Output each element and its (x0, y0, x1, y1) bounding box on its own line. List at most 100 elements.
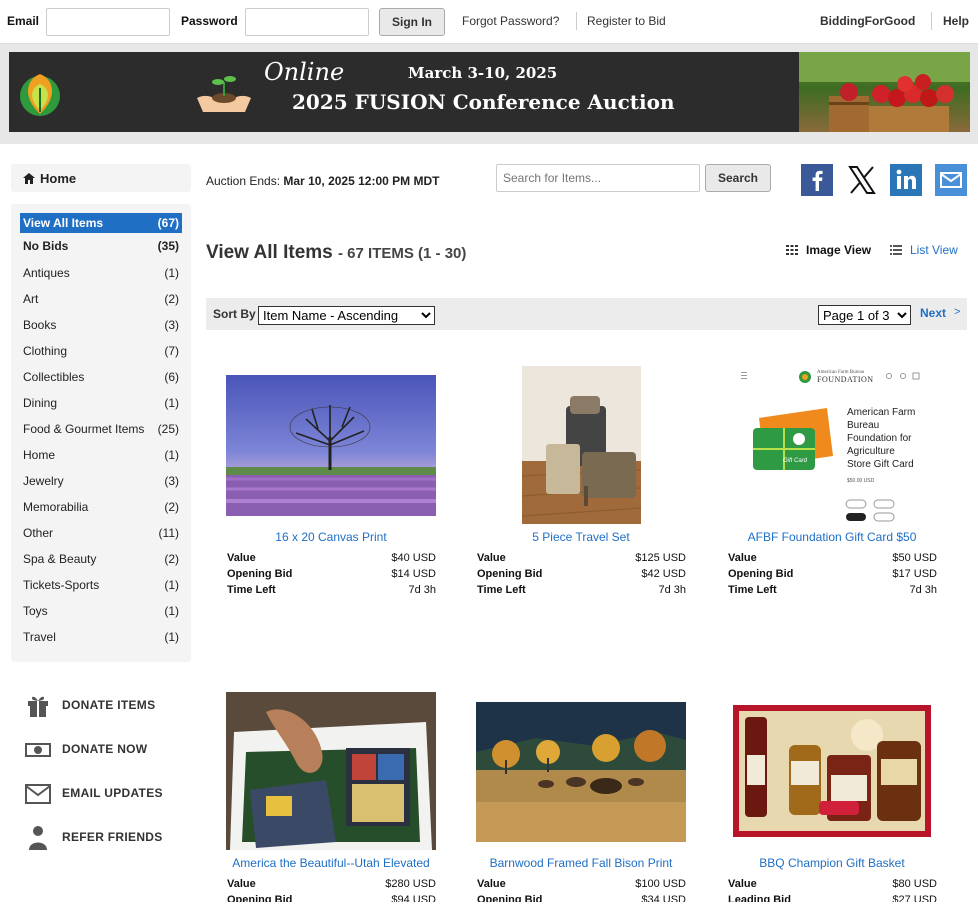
email-label: Email (7, 14, 40, 28)
brand-link[interactable]: BiddingForGood (820, 14, 915, 28)
category-item[interactable]: Art (2) (20, 289, 182, 309)
item-title[interactable]: AFBF Foundation Gift Card $50 (727, 530, 937, 544)
category-count: (1) (164, 604, 179, 618)
detail-value: $42 USD (641, 568, 686, 580)
forgot-password-link[interactable]: Forgot Password? (462, 14, 559, 28)
sidebar-home-label: Home (40, 171, 77, 186)
category-item[interactable]: Home (1) (20, 445, 182, 465)
donate-now-link[interactable]: DONATE NOW (24, 734, 184, 764)
category-item[interactable]: Jewelry (3) (20, 471, 182, 491)
item-image[interactable] (727, 701, 937, 842)
apples-photo (799, 52, 970, 132)
category-item[interactable]: No Bids (35) (20, 236, 182, 256)
card-gift-label: Gift Card (783, 458, 808, 464)
category-item[interactable]: Tickets-Sports (1) (20, 575, 182, 595)
category-item[interactable]: Books (3) (20, 315, 182, 335)
item-image[interactable] (226, 692, 436, 850)
donate-items-label: DONATE ITEMS (62, 698, 156, 712)
sign-in-button[interactable]: Sign In (379, 8, 445, 36)
category-item[interactable]: Other (11) (20, 523, 182, 543)
image-view-label: Image View (806, 243, 872, 257)
help-link[interactable]: Help (943, 14, 969, 28)
email-updates-link[interactable]: EMAIL UPDATES (24, 778, 184, 808)
item-detail-row: Time Left 7d 3h (226, 584, 436, 600)
sidebar-home[interactable]: Home (11, 164, 191, 192)
item-title[interactable]: America the Beautiful--Utah Elevated (226, 856, 436, 870)
category-count: (3) (164, 318, 179, 332)
x-share-button[interactable] (846, 164, 878, 196)
category-item[interactable]: Collectibles (6) (20, 367, 182, 387)
detail-value: $34 USD (641, 894, 686, 902)
page-select[interactable]: Page 1 of 3 (818, 305, 911, 325)
detail-key: Opening Bid (227, 568, 293, 580)
item-title[interactable]: Barnwood Framed Fall Bison Print (476, 856, 686, 870)
list-view-toggle[interactable]: List View (890, 243, 958, 257)
detail-key: Opening Bid (728, 568, 794, 580)
sort-select[interactable]: Item Name - Ascending (258, 306, 435, 325)
category-count: (11) (158, 526, 179, 540)
email-share-button[interactable] (935, 164, 967, 196)
item-image[interactable]: American Farm Bureau FOUNDATION American… (739, 366, 925, 524)
detail-value: $50 USD (892, 552, 937, 564)
banner-online: Online (264, 58, 345, 86)
next-page-link[interactable]: Next (920, 306, 946, 320)
category-count: (2) (164, 552, 179, 566)
person-icon (29, 826, 47, 850)
detail-value: $40 USD (391, 552, 436, 564)
category-item[interactable]: Antiques (1) (20, 263, 182, 283)
detail-key: Time Left (227, 584, 276, 596)
category-item[interactable]: Food & Gourmet Items (25) (20, 419, 182, 439)
item-detail-row: Value $50 USD (727, 552, 937, 568)
category-name: Food & Gourmet Items (23, 422, 145, 436)
divider (576, 12, 577, 30)
grid-icon (786, 245, 798, 255)
auction-ends-label: Auction Ends: (206, 174, 281, 188)
category-item[interactable]: View All Items (67) (20, 213, 182, 233)
category-name: Collectibles (23, 370, 85, 384)
item-title[interactable]: 5 Piece Travel Set (476, 530, 686, 544)
linkedin-icon (896, 169, 916, 189)
image-view-toggle[interactable]: Image View (786, 243, 871, 257)
category-item[interactable]: Dining (1) (20, 393, 182, 413)
detail-key: Opening Bid (477, 894, 543, 902)
category-name: View All Items (23, 216, 104, 230)
item-title[interactable]: BBQ Champion Gift Basket (727, 856, 937, 870)
category-count: (6) (164, 370, 179, 384)
hands-seedling-icon (197, 76, 251, 112)
category-count: (1) (164, 448, 179, 462)
item-title[interactable]: 16 x 20 Canvas Print (226, 530, 436, 544)
refer-friends-link[interactable]: REFER FRIENDS (24, 822, 184, 852)
category-item[interactable]: Spa & Beauty (2) (20, 549, 182, 569)
item-detail-row: Time Left 7d 3h (727, 584, 937, 600)
item-image[interactable] (226, 375, 436, 516)
category-item[interactable]: Travel (1) (20, 627, 182, 647)
category-item[interactable]: Toys (1) (20, 601, 182, 621)
category-item[interactable]: Memorabilia (2) (20, 497, 182, 517)
category-count: (7) (164, 344, 179, 358)
card-org-line2: FOUNDATION (817, 375, 874, 384)
linkedin-share-button[interactable] (890, 164, 922, 196)
divider (931, 12, 932, 30)
x-icon (848, 166, 876, 194)
category-count: (2) (164, 292, 179, 306)
category-item[interactable]: Clothing (7) (20, 341, 182, 361)
facebook-share-button[interactable] (801, 164, 833, 196)
email-field[interactable] (46, 8, 170, 36)
item-image[interactable] (522, 366, 641, 524)
register-link[interactable]: Register to Bid (587, 14, 666, 28)
search-input[interactable] (496, 164, 700, 192)
item-image[interactable] (476, 702, 686, 842)
sort-label: Sort By (213, 307, 256, 321)
password-field[interactable] (245, 8, 369, 36)
search-button[interactable]: Search (705, 164, 771, 192)
leaf-logo-icon (20, 74, 60, 116)
detail-value: $80 USD (892, 878, 937, 890)
donate-items-link[interactable]: DONATE ITEMS (24, 690, 184, 720)
detail-value: $94 USD (391, 894, 436, 902)
top-login-bar: Email Password Sign In Forgot Password? … (0, 0, 978, 44)
item-detail-row: Opening Bid $17 USD (727, 568, 937, 584)
detail-key: Time Left (728, 584, 777, 596)
next-arrow-icon[interactable]: > (954, 306, 960, 318)
detail-value: 7d 3h (909, 584, 937, 596)
page-title: View All Items - 67 ITEMS (1 - 30) (206, 242, 466, 264)
